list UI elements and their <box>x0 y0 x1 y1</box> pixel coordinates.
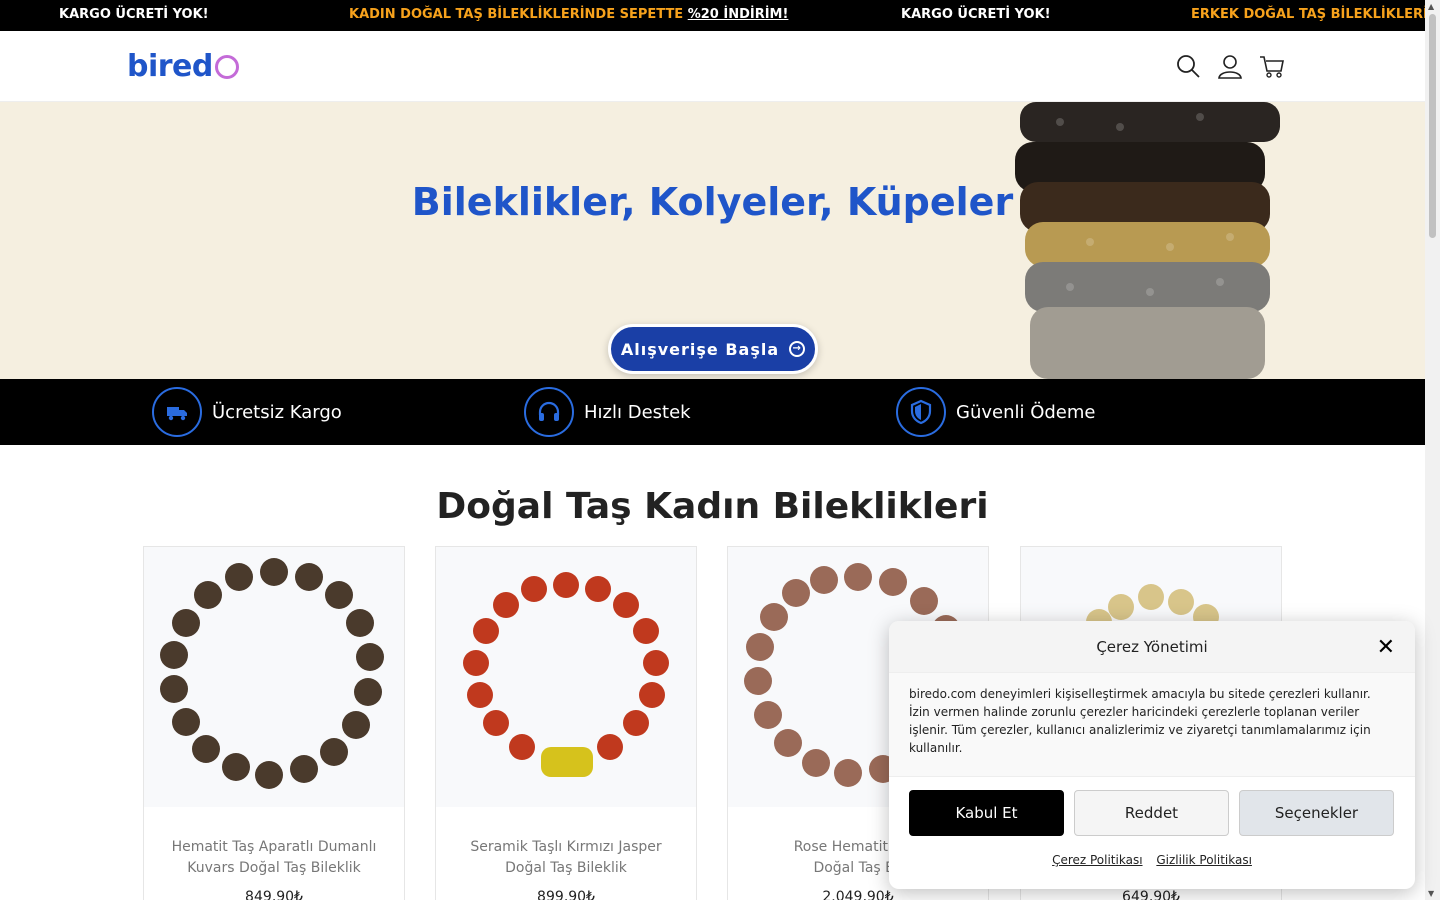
product-card[interactable]: Hematit Taş Aparatlı Dumanlı Kuvars Doğa… <box>143 546 405 900</box>
headphones-icon <box>524 387 574 437</box>
product-name[interactable]: Seramik Taşlı Kırmızı Jasper Doğal Taş B… <box>451 837 681 879</box>
features-bar: Ücretsiz Kargo Hızlı Destek Güvenli Ödem… <box>0 379 1425 445</box>
close-icon[interactable]: ✕ <box>1377 635 1395 660</box>
feature-fast-support: Hızlı Destek <box>524 387 691 437</box>
product-price: 649,90₺ <box>1122 889 1180 900</box>
cookie-policy-link[interactable]: Çerez Politikası <box>1052 853 1142 867</box>
product-image[interactable] <box>144 547 404 807</box>
page-scrollbar[interactable]: ▲ ▼ <box>1425 0 1440 900</box>
product-price: 899,90₺ <box>537 889 595 900</box>
site-header: bired <box>0 31 1425 102</box>
cookie-consent-dialog: Çerez Yönetimi ✕ biredo.com deneyimleri … <box>889 621 1415 889</box>
header-actions <box>1175 53 1285 83</box>
product-price: 2.049,90₺ <box>822 889 894 900</box>
cookie-dialog-title: Çerez Yönetimi <box>889 621 1415 673</box>
reject-cookies-button[interactable]: Reddet <box>1074 790 1229 836</box>
feature-free-shipping: Ücretsiz Kargo <box>152 387 342 437</box>
announcement-bar: KARGO ÜCRETİ YOK! KADIN DOĞAL TAŞ BİLEKL… <box>0 0 1425 31</box>
product-name[interactable]: Hematit Taş Aparatlı Dumanlı Kuvars Doğa… <box>159 837 389 879</box>
logo-ring <box>214 55 239 79</box>
product-card[interactable]: Seramik Taşlı Kırmızı Jasper Doğal Taş B… <box>435 546 697 900</box>
shield-icon <box>896 387 946 437</box>
scroll-up-arrow-icon[interactable]: ▲ <box>1428 2 1434 11</box>
hero-title: Bileklikler, Kolyeler, Küpeler <box>411 180 1014 224</box>
accept-cookies-button[interactable]: Kabul Et <box>909 790 1064 836</box>
announcement-item-discount[interactable]: KADIN DOĞAL TAŞ BİLEKLİKLERİNDE SEPETTE … <box>349 7 788 22</box>
section-title: Doğal Taş Kadın Bileklikleri <box>436 486 989 527</box>
cookie-policy-links: Çerez Politikası Gizlilik Politikası <box>889 853 1415 867</box>
user-icon[interactable] <box>1217 53 1243 83</box>
arrow-right-circle-icon: → <box>789 341 806 357</box>
product-image[interactable] <box>436 547 696 807</box>
site-logo[interactable]: bired <box>127 49 239 84</box>
feature-label: Güvenli Ödeme <box>956 401 1096 423</box>
feature-label: Ücretsiz Kargo <box>212 401 342 423</box>
cookie-options-button[interactable]: Seçenekler <box>1239 790 1394 836</box>
announcement-item: KARGO ÜCRETİ YOK! <box>901 7 1051 22</box>
scroll-down-arrow-icon[interactable]: ▼ <box>1428 889 1434 898</box>
privacy-policy-link[interactable]: Gizlilik Politikası <box>1156 853 1252 867</box>
hero-bracelets-image <box>1015 102 1280 379</box>
product-price: 849,90₺ <box>245 889 303 900</box>
start-shopping-button[interactable]: Alışverişe Başla → <box>608 324 818 374</box>
announcement-item: KARGO ÜCRETİ YOK! <box>59 7 209 22</box>
feature-secure-payment: Güvenli Ödeme <box>896 387 1096 437</box>
cart-icon[interactable] <box>1259 53 1285 83</box>
discount-link[interactable]: %20 İNDİRİM! <box>688 7 789 22</box>
announcement-item: ERKEK DOĞAL TAŞ BİLEKLİKLERİND <box>1191 7 1425 22</box>
cookie-dialog-text: biredo.com deneyimleri kişiselleştirmek … <box>889 673 1415 777</box>
truck-icon <box>152 387 202 437</box>
hero-banner: Bileklikler, Kolyeler, Küpeler Alışveriş… <box>0 102 1425 379</box>
scrollbar-thumb[interactable] <box>1429 14 1436 238</box>
feature-label: Hızlı Destek <box>584 401 691 423</box>
cookie-actions: Kabul Et Reddet Seçenekler <box>909 790 1394 836</box>
search-icon[interactable] <box>1175 53 1201 83</box>
